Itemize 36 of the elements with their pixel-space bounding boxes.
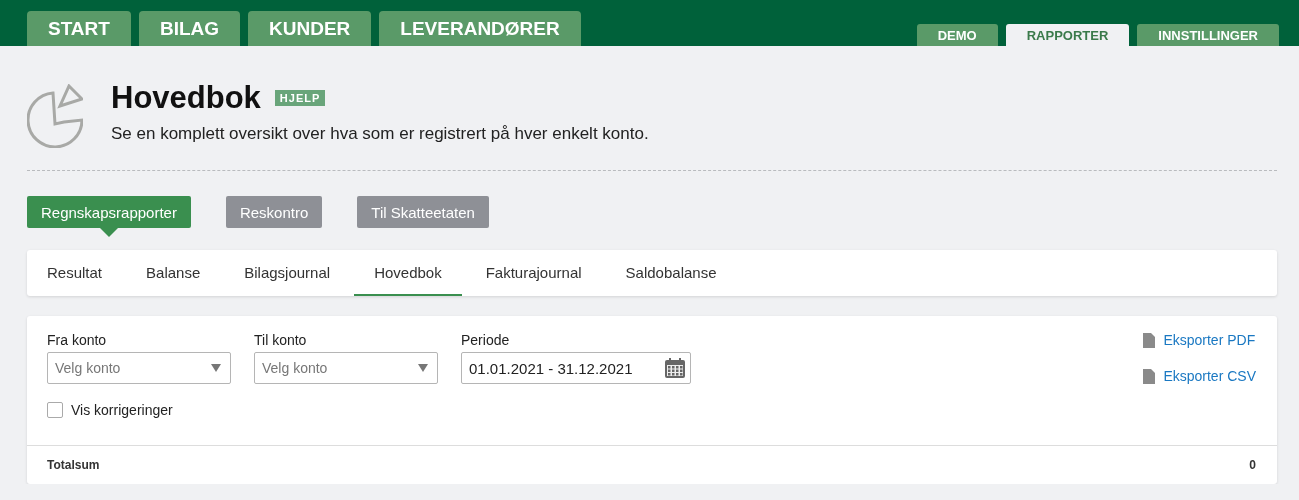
file-icon bbox=[1143, 368, 1156, 384]
nav-tab[interactable]: BILAG bbox=[138, 11, 241, 46]
pointer-icon bbox=[99, 228, 118, 237]
total-value: 0 bbox=[1249, 458, 1256, 472]
nav-tab[interactable]: DEMO bbox=[916, 24, 998, 46]
report-tab[interactable]: Resultat bbox=[27, 250, 123, 296]
report-group-button[interactable]: Reskontro bbox=[225, 196, 323, 228]
select-field[interactable]: Velg konto bbox=[47, 352, 231, 384]
report-tab[interactable]: Saldobalanse bbox=[605, 250, 737, 296]
select-field[interactable]: Velg konto bbox=[254, 352, 438, 384]
field-label: Fra konto bbox=[47, 332, 108, 348]
report-group-button[interactable]: Regnskapsrapporter bbox=[27, 196, 191, 228]
file-icon bbox=[1143, 332, 1156, 348]
field-label: Periode bbox=[461, 332, 511, 348]
page-title: Hovedbok bbox=[111, 80, 261, 116]
field-label: Til konto bbox=[254, 332, 308, 348]
report-tab[interactable]: Fakturajournal bbox=[465, 250, 602, 296]
report-tab[interactable]: Hovedbok bbox=[354, 250, 462, 296]
help-badge[interactable]: HJELP bbox=[274, 90, 326, 106]
report-tab[interactable]: Balanse bbox=[126, 250, 221, 296]
nav-tab[interactable]: RAPPORTER bbox=[1005, 24, 1130, 46]
nav-tab[interactable]: LEVERANDØRER bbox=[379, 11, 581, 46]
checkbox-label: Vis korrigeringer bbox=[71, 402, 173, 418]
export-link[interactable]: Eksporter CSV bbox=[1143, 368, 1256, 384]
pie-chart-icon bbox=[27, 84, 83, 148]
export-link[interactable]: Eksporter PDF bbox=[1143, 332, 1256, 348]
page-description: Se en komplett oversikt over hva som er registrert på hver enkelt konto. bbox=[111, 124, 649, 144]
total-label: Totalsum bbox=[47, 458, 100, 472]
nav-tab[interactable]: KUNDER bbox=[248, 11, 372, 46]
nav-tab[interactable]: INNSTILLINGER bbox=[1137, 24, 1279, 46]
nav-tab[interactable]: START bbox=[27, 11, 131, 46]
report-group-button[interactable]: Til Skatteetaten bbox=[357, 196, 489, 228]
report-tab[interactable]: Bilagsjournal bbox=[224, 250, 351, 296]
checkbox[interactable] bbox=[47, 402, 63, 418]
date-field[interactable]: 01.01.2021 - 31.12.2021 bbox=[461, 352, 691, 384]
calendar-icon[interactable] bbox=[664, 357, 686, 379]
